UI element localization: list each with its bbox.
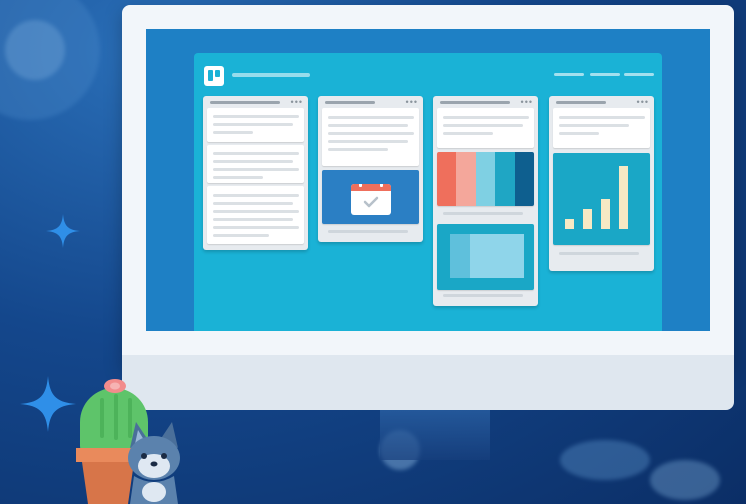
- check-icon: [363, 196, 379, 208]
- husky-mascot: [128, 422, 180, 504]
- kanban-board: ••• ••• ••• •••: [194, 53, 662, 331]
- header-menu-line: [590, 73, 620, 76]
- calendar-card[interactable]: [322, 170, 419, 224]
- flower-icon: [104, 379, 126, 393]
- bar-chart-card[interactable]: [553, 153, 650, 245]
- bokeh-light: [650, 460, 720, 500]
- board-list: •••: [549, 96, 654, 271]
- header-menu-line: [554, 73, 584, 76]
- bokeh-light: [5, 20, 65, 80]
- chart-bar: [619, 166, 628, 229]
- board-card[interactable]: [207, 186, 304, 244]
- board-header: [194, 53, 662, 91]
- board-card[interactable]: [207, 145, 304, 183]
- bokeh-light: [560, 440, 650, 480]
- image-card[interactable]: [437, 224, 534, 290]
- board-card[interactable]: [437, 108, 534, 148]
- palette-swatch: [475, 152, 496, 206]
- board-list: •••: [318, 96, 423, 242]
- color-palette-card[interactable]: [437, 152, 534, 206]
- image-preview-shade: [450, 234, 470, 278]
- calendar-icon: [351, 184, 391, 215]
- monitor-stand: [380, 410, 490, 460]
- chart-bar: [601, 199, 610, 229]
- list-title-placeholder: [210, 101, 280, 104]
- palette-swatch: [495, 152, 515, 206]
- board-card[interactable]: [553, 108, 650, 148]
- list-menu-icon[interactable]: •••: [637, 98, 649, 107]
- list-menu-icon[interactable]: •••: [291, 98, 303, 107]
- board-card[interactable]: [207, 108, 304, 142]
- palette-swatch: [437, 152, 457, 206]
- list-menu-icon[interactable]: •••: [521, 98, 533, 107]
- list-title-placeholder: [556, 101, 606, 104]
- board-list: •••: [433, 96, 538, 306]
- board-card[interactable]: [322, 108, 419, 166]
- trello-board-logo-icon: [204, 66, 224, 86]
- list-title-placeholder: [440, 101, 510, 104]
- board-title-placeholder: [232, 73, 310, 77]
- list-title-placeholder: [325, 101, 375, 104]
- sparkle-icon: [20, 376, 76, 432]
- monitor-chin: [122, 355, 734, 410]
- chart-bar: [565, 219, 574, 229]
- header-menu-line: [624, 73, 654, 76]
- palette-swatch: [514, 152, 534, 206]
- palette-swatch: [456, 152, 476, 206]
- list-menu-icon[interactable]: •••: [406, 98, 418, 107]
- sparkle-icon: [46, 214, 80, 248]
- chart-bar: [583, 209, 592, 229]
- board-list: •••: [203, 96, 308, 250]
